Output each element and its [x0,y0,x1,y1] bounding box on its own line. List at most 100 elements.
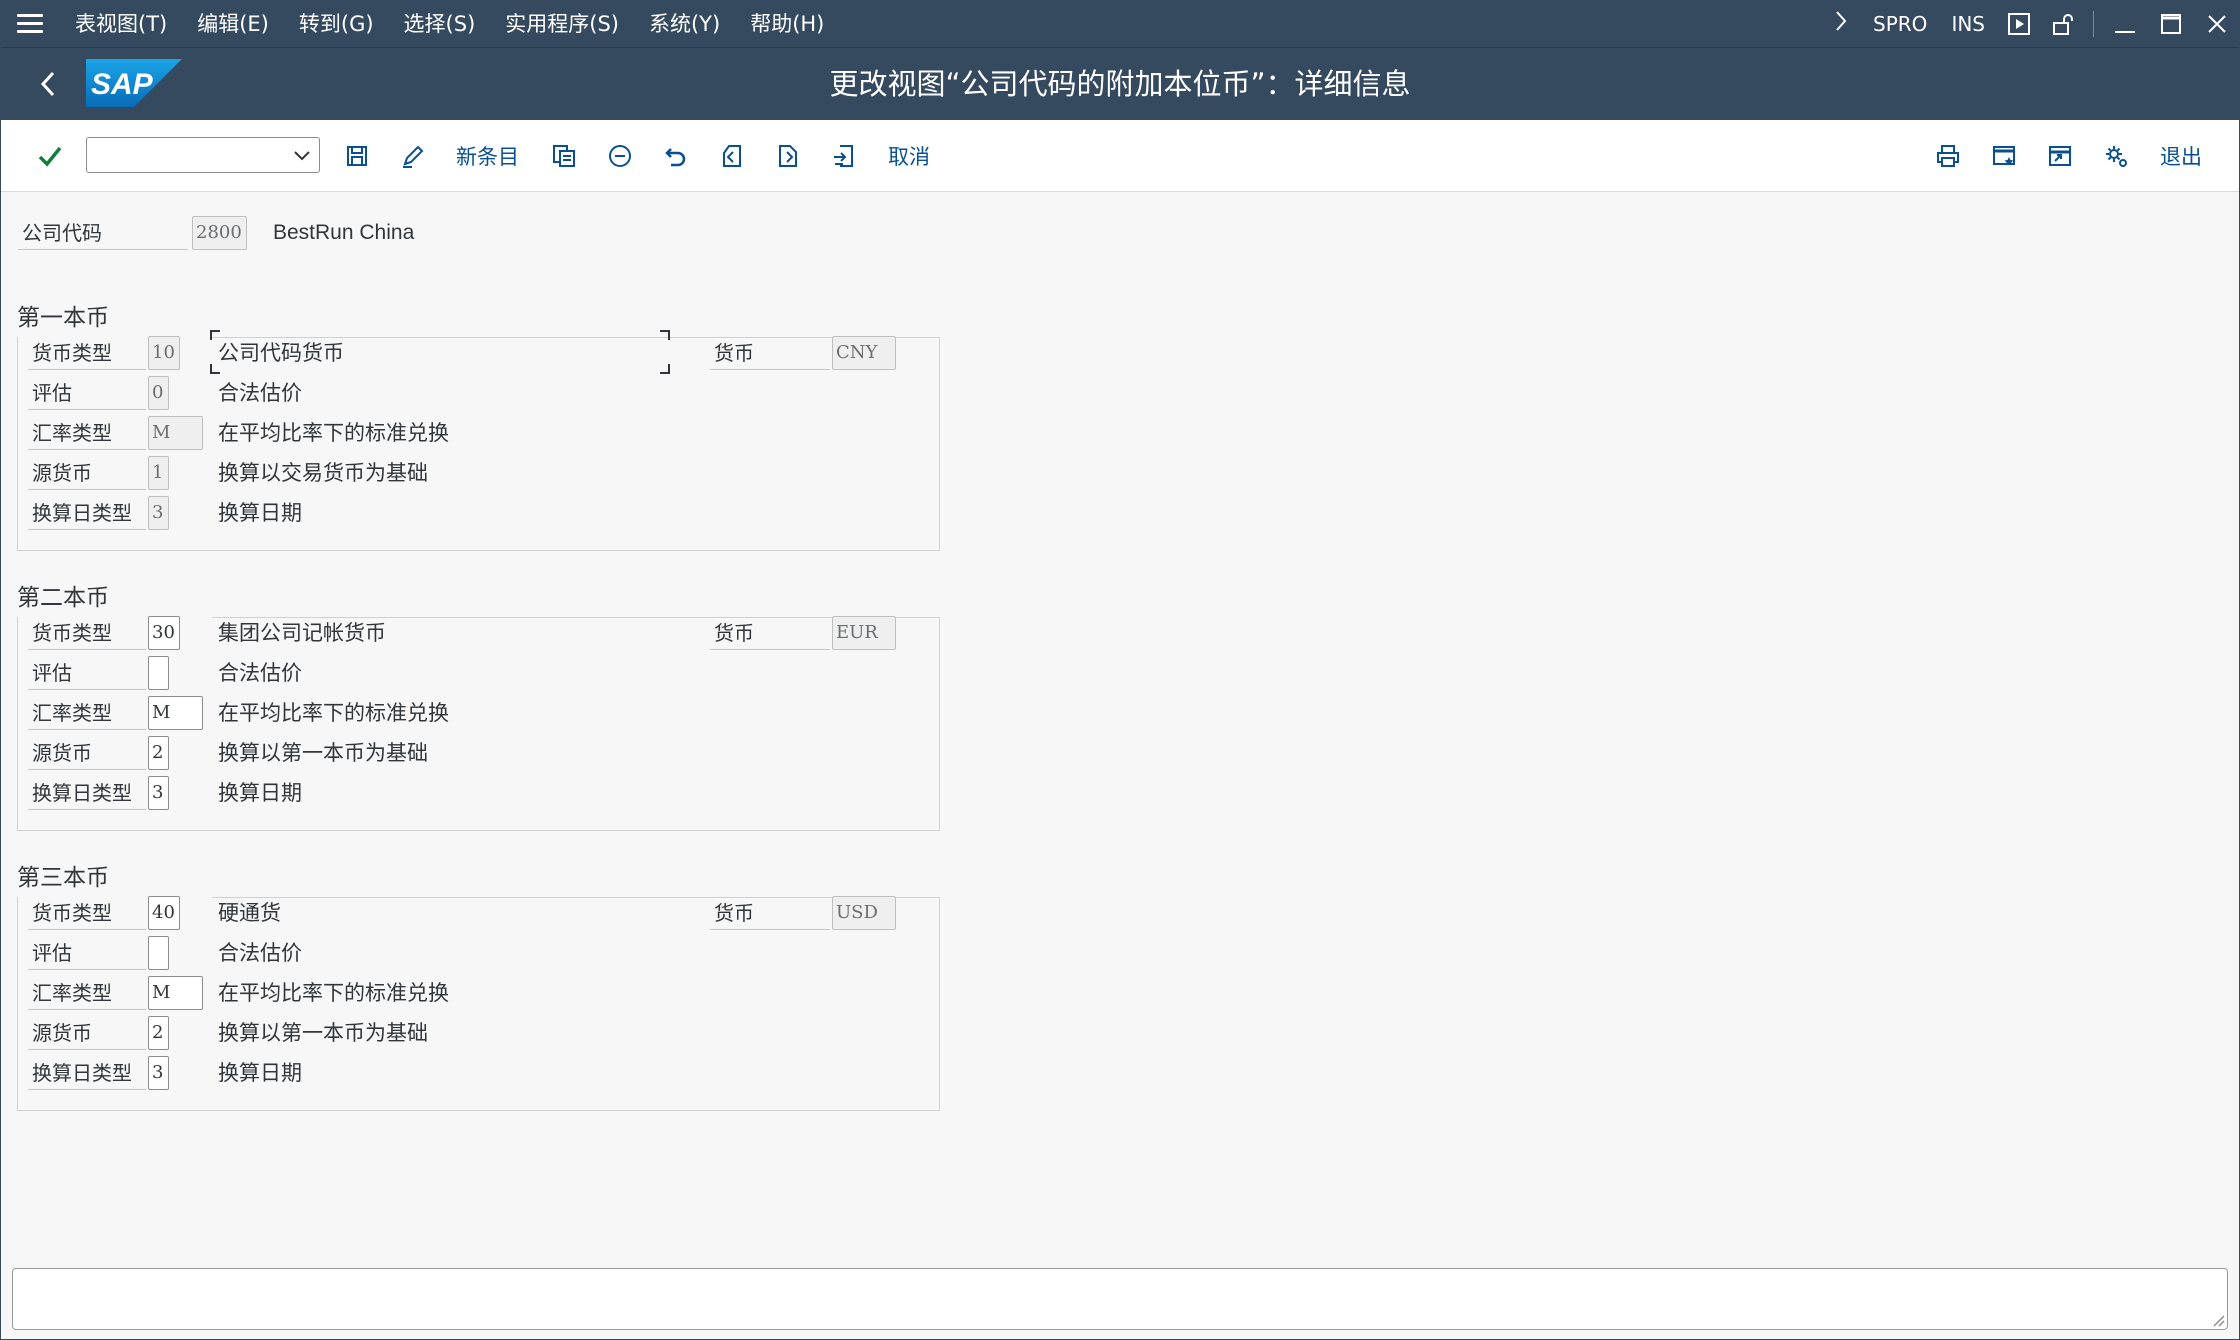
settings-icon[interactable] [2098,138,2134,174]
other-entry-icon[interactable] [826,138,862,174]
new-window-icon[interactable] [2042,138,2078,174]
application-toolbar: 新条目 取消 退出 [0,120,2240,192]
input-mode: INS [1951,12,1985,36]
translation-date-type-text: 换算日期 [218,501,302,525]
source-currency-field: 1 [148,456,169,490]
transaction-code: SPRO [1873,12,1928,36]
undo-icon[interactable] [658,138,694,174]
currency-field: CNY [832,336,896,370]
command-field[interactable] [86,137,320,173]
page-title: 更改视图“公司代码的附加本位币”：详细信息 [829,67,1411,101]
source-currency-text: 换算以交易货币为基础 [218,461,428,485]
source-currency-input[interactable]: 2 [148,736,169,770]
currency-label: 货币 [710,616,830,650]
focus-corner [210,364,220,374]
save-icon[interactable] [339,138,375,174]
favorite-window-icon[interactable] [1986,138,2022,174]
translation-date-type-label: 换算日类型 [28,1056,146,1090]
exchange-rate-type-text: 在平均比率下的标准兑换 [218,421,449,445]
currency-type-label: 货币类型 [28,616,146,650]
hamburger-menu-icon[interactable] [0,0,60,48]
exchange-rate-type-label: 汇率类型 [28,696,146,730]
status-bar[interactable] [12,1268,2228,1330]
valuation-text: 合法估价 [218,941,302,965]
currency-field: EUR [832,616,896,650]
currency-type-text: 集团公司记帐货币 [218,621,386,645]
exchange-rate-type-text: 在平均比率下的标准兑换 [218,701,449,725]
currency-label: 货币 [710,896,830,930]
lock-icon[interactable] [2041,0,2085,48]
exchange-rate-type-input[interactable]: M [148,976,203,1010]
valuation-label: 评估 [28,936,146,970]
focus-corner [660,330,670,340]
exchange-rate-type-input[interactable]: M [148,696,203,730]
valuation-field: 0 [148,376,169,410]
menu-item-edit[interactable]: 编辑(E) [182,0,284,48]
company-name: BestRun China [273,221,415,244]
menubar-right: SPRO INS [1821,0,2240,48]
translation-date-type-input[interactable]: 3 [148,776,169,810]
currency-type-input[interactable]: 40 [148,896,180,930]
group-title-second-currency: 第二本币 [17,585,109,611]
valuation-label: 评估 [28,656,146,690]
menu-item-help[interactable]: 帮助(H) [735,0,839,48]
close-icon[interactable] [2194,0,2240,48]
currency-type-field: 10 [148,336,180,370]
menu-item-selection[interactable]: 选择(S) [389,0,491,48]
check-icon[interactable] [32,138,68,174]
currency-field: USD [832,896,896,930]
cancel-button[interactable]: 取消 [888,138,930,174]
cancel-label: 取消 [888,145,930,169]
edit-icon[interactable] [395,138,431,174]
exit-label: 退出 [2160,145,2202,169]
currency-type-input[interactable]: 30 [148,616,180,650]
currency-type-text: 公司代码货币 [218,341,344,365]
source-currency-input[interactable]: 2 [148,1016,169,1050]
play-icon[interactable] [1997,0,2041,48]
currency-type-label: 货币类型 [28,896,146,930]
new-entries-label: 新条目 [456,145,519,169]
menu-items: 表视图(T) 编辑(E) 转到(G) 选择(S) 实用程序(S) 系统(Y) 帮… [60,0,839,48]
source-currency-text: 换算以第一本币为基础 [218,1021,428,1045]
delete-icon[interactable] [602,138,638,174]
valuation-text: 合法估价 [218,661,302,685]
valuation-input[interactable] [148,656,169,690]
translation-date-type-text: 换算日期 [218,781,302,805]
chevron-right-icon[interactable] [1821,10,1861,38]
new-entries-button[interactable]: 新条目 [456,138,519,174]
translation-date-type-field: 3 [148,496,169,530]
exit-button[interactable]: 退出 [2160,138,2202,174]
exchange-rate-type-label: 汇率类型 [28,976,146,1010]
group-title-first-currency: 第一本币 [17,305,109,331]
previous-entry-icon[interactable] [714,138,750,174]
menu-bar: 表视图(T) 编辑(E) 转到(G) 选择(S) 实用程序(S) 系统(Y) 帮… [0,0,2240,48]
content-area: 公司代码 2800 BestRun China 第一本币 货币类型 10 公司代… [0,192,2240,1262]
menu-item-table-view[interactable]: 表视图(T) [60,0,182,48]
exchange-rate-type-label: 汇率类型 [28,416,146,450]
menu-item-utilities[interactable]: 实用程序(S) [490,0,634,48]
minimize-icon[interactable] [2102,0,2148,48]
company-code-field: 2800 [192,216,247,250]
maximize-icon[interactable] [2148,0,2194,48]
source-currency-text: 换算以第一本币为基础 [218,741,428,765]
translation-date-type-label: 换算日类型 [28,776,146,810]
copy-icon[interactable] [546,138,582,174]
menu-item-goto[interactable]: 转到(G) [284,0,389,48]
translation-date-type-label: 换算日类型 [28,496,146,530]
currency-type-text: 硬通货 [218,901,281,925]
next-entry-icon[interactable] [770,138,806,174]
menubar-separator [2093,11,2094,37]
print-icon[interactable] [1930,138,1966,174]
currency-label: 货币 [710,336,830,370]
valuation-label: 评估 [28,376,146,410]
source-currency-label: 源货币 [28,1016,146,1050]
resize-grip-icon[interactable] [2211,1313,2225,1327]
currency-type-label: 货币类型 [28,336,146,370]
chevron-down-icon[interactable] [291,144,313,166]
valuation-input[interactable] [148,936,169,970]
menu-item-system[interactable]: 系统(Y) [634,0,735,48]
source-currency-label: 源货币 [28,456,146,490]
translation-date-type-input[interactable]: 3 [148,1056,169,1090]
exchange-rate-type-text: 在平均比率下的标准兑换 [218,981,449,1005]
focus-corner [660,364,670,374]
